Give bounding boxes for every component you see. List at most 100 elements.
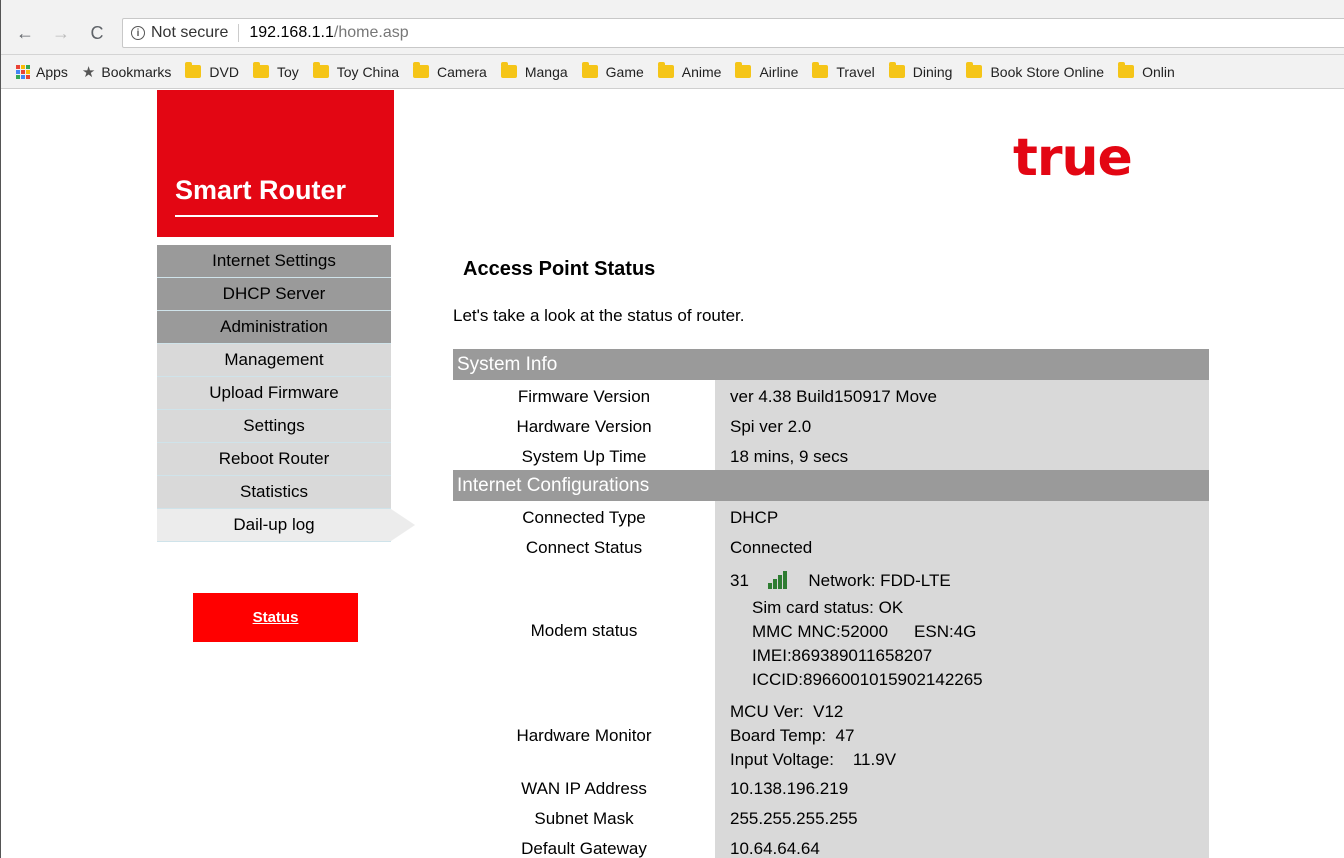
bookmarks-bar: Apps ★ Bookmarks DVD Toy Toy China Camer… <box>0 55 1344 89</box>
url-path: /home.asp <box>333 24 409 41</box>
bookmark-folder-label: Anime <box>681 63 722 80</box>
bookmark-folder-label: Camera <box>437 63 487 80</box>
folder-icon <box>500 62 517 78</box>
bookmark-folder[interactable]: Manga <box>500 62 568 80</box>
bookmark-folder[interactable]: Toy China <box>312 62 400 80</box>
security-label: Not secure <box>151 24 229 41</box>
url-host: 192.168.1.1 <box>249 24 334 41</box>
row-value: 10.64.64.64 <box>715 832 1209 858</box>
bookmark-folder-label: Dining <box>912 63 953 80</box>
apps-shortcut[interactable]: Apps <box>16 64 68 80</box>
page-intro: Let's take a look at the status of route… <box>453 306 745 325</box>
bookmark-folder-label: Game <box>605 63 644 80</box>
row-label: WAN IP Address <box>521 779 647 798</box>
row-label: Hardware Version <box>516 417 652 436</box>
status-table: System Info Firmware Version ver 4.38 Bu… <box>453 349 1209 858</box>
bookmark-folder-label: DVD <box>209 63 239 80</box>
folder-icon <box>185 62 202 78</box>
imei-value: IMEI:869389011658207 <box>752 646 933 665</box>
menu-item-dhcp-server[interactable]: DHCP Server <box>157 278 391 311</box>
folder-icon <box>657 62 674 78</box>
back-button[interactable]: ← <box>12 20 38 46</box>
bookmark-folder[interactable]: Airline <box>735 62 799 80</box>
folder-icon <box>581 62 598 78</box>
brand-title: Smart Router <box>175 175 347 205</box>
bookmark-folder[interactable]: DVD <box>185 62 239 80</box>
row-value: 31 Network: FDD-LTE Sim card status: OK … <box>715 561 1209 696</box>
table-row: Firmware Version ver 4.38 Build150917 Mo… <box>453 380 1209 410</box>
bookmarks-shortcut[interactable]: ★ Bookmarks <box>82 63 171 81</box>
row-label: Subnet Mask <box>534 809 634 828</box>
bookmark-folder-label: Toy China <box>336 63 400 80</box>
forward-button[interactable]: → <box>48 20 74 46</box>
iccid-value: ICCID:8966001015902142265 <box>752 670 983 689</box>
row-value: 10.138.196.219 <box>715 772 1209 802</box>
table-row: Connected Type DHCP <box>453 501 1209 531</box>
apps-grid-icon <box>16 64 30 79</box>
bookmarks-label: Bookmarks <box>101 63 172 80</box>
status-button[interactable]: Status <box>193 593 358 642</box>
connect-status-value: Connected <box>730 538 813 557</box>
bookmark-folder[interactable]: Camera <box>413 62 487 80</box>
menu-item-reboot-router[interactable]: Reboot Router <box>157 443 391 476</box>
menu-item-internet-settings[interactable]: Internet Settings <box>157 245 391 278</box>
menu-item-management[interactable]: Management <box>157 344 391 377</box>
bookmark-folder[interactable]: Book Store Online <box>966 62 1104 80</box>
back-arrow-icon: ← <box>16 22 34 43</box>
menu-item-dailup-log[interactable]: Dail-up log <box>157 509 415 542</box>
reload-button[interactable]: C <box>84 20 110 46</box>
brand-underline <box>175 215 378 217</box>
row-label: Connected Type <box>522 508 646 527</box>
table-row: Subnet Mask 255.255.255.255 <box>453 802 1209 832</box>
folder-icon <box>1118 62 1135 78</box>
menu-item-settings[interactable]: Settings <box>157 410 391 443</box>
bookmark-folder[interactable]: Onlin <box>1118 62 1175 80</box>
bookmark-folder[interactable]: Travel <box>812 62 875 80</box>
table-row: Default Gateway 10.64.64.64 <box>453 832 1209 858</box>
brand-header: Smart Router <box>157 90 394 237</box>
address-bar[interactable]: i Not secure 192.168.1.1/home.asp <box>122 18 1344 48</box>
bookmark-folder-label: Manga <box>524 63 568 80</box>
side-menu: Internet Settings DHCP Server Administra… <box>157 245 415 542</box>
default-gateway-value: 10.64.64.64 <box>730 839 820 858</box>
input-voltage-value: Input Voltage: 11.9V <box>730 750 897 769</box>
row-label: Connect Status <box>525 538 643 557</box>
menu-item-upload-firmware[interactable]: Upload Firmware <box>157 377 391 410</box>
signal-line: 31 Network: FDD-LTE <box>730 569 1209 596</box>
row-value: Spi ver 2.0 <box>715 410 1209 440</box>
row-value: 255.255.255.255 <box>715 802 1209 832</box>
menu-item-administration[interactable]: Administration <box>157 311 391 344</box>
table-row: WAN IP Address 10.138.196.219 <box>453 772 1209 802</box>
forward-arrow-icon: → <box>52 22 70 43</box>
row-label: System Up Time <box>521 447 647 466</box>
bookmark-folder-label: Airline <box>759 63 799 80</box>
table-row: Modem status 31 Network: FDD-LTE Sim car… <box>453 561 1209 696</box>
firmware-value: ver 4.38 Build150917 Move <box>730 387 937 406</box>
esn-value: ESN:4G <box>914 622 977 641</box>
row-label: Modem status <box>530 620 638 640</box>
table-row: Hardware Monitor MCU Ver: V12 Board Temp… <box>453 696 1209 772</box>
connected-type-value: DHCP <box>730 508 779 527</box>
wan-ip-value: 10.138.196.219 <box>730 779 849 798</box>
bookmark-folder[interactable]: Toy <box>252 62 299 80</box>
bookmark-folder[interactable]: Game <box>581 62 644 80</box>
info-icon[interactable]: i <box>131 26 145 40</box>
mmc-mnc-value: MMC MNC:52000 <box>752 622 889 641</box>
row-label: Firmware Version <box>517 387 651 406</box>
subnet-mask-value: 255.255.255.255 <box>730 809 858 828</box>
sim-status-value: Sim card status: OK <box>752 598 904 617</box>
true-logo: true <box>1013 128 1133 188</box>
table-row: Connect Status Connected <box>453 531 1209 561</box>
section-internet-config: Internet Configurations <box>453 470 1209 501</box>
bookmark-folder-label: Travel <box>836 63 875 80</box>
folder-icon <box>413 62 430 78</box>
row-value: 18 mins, 9 secs <box>715 440 1209 470</box>
mmc-line: MMC MNC:52000 ESN:4G <box>730 620 1209 644</box>
bookmark-folder[interactable]: Dining <box>888 62 953 80</box>
folder-icon <box>812 62 829 78</box>
section-system-info: System Info <box>453 349 1209 380</box>
menu-item-statistics[interactable]: Statistics <box>157 476 391 509</box>
bookmark-folder[interactable]: Anime <box>657 62 722 80</box>
router-page: Smart Router true Internet Settings DHCP… <box>0 90 1344 858</box>
browser-toolbar: ← → C i Not secure 192.168.1.1/home.asp <box>0 0 1344 55</box>
